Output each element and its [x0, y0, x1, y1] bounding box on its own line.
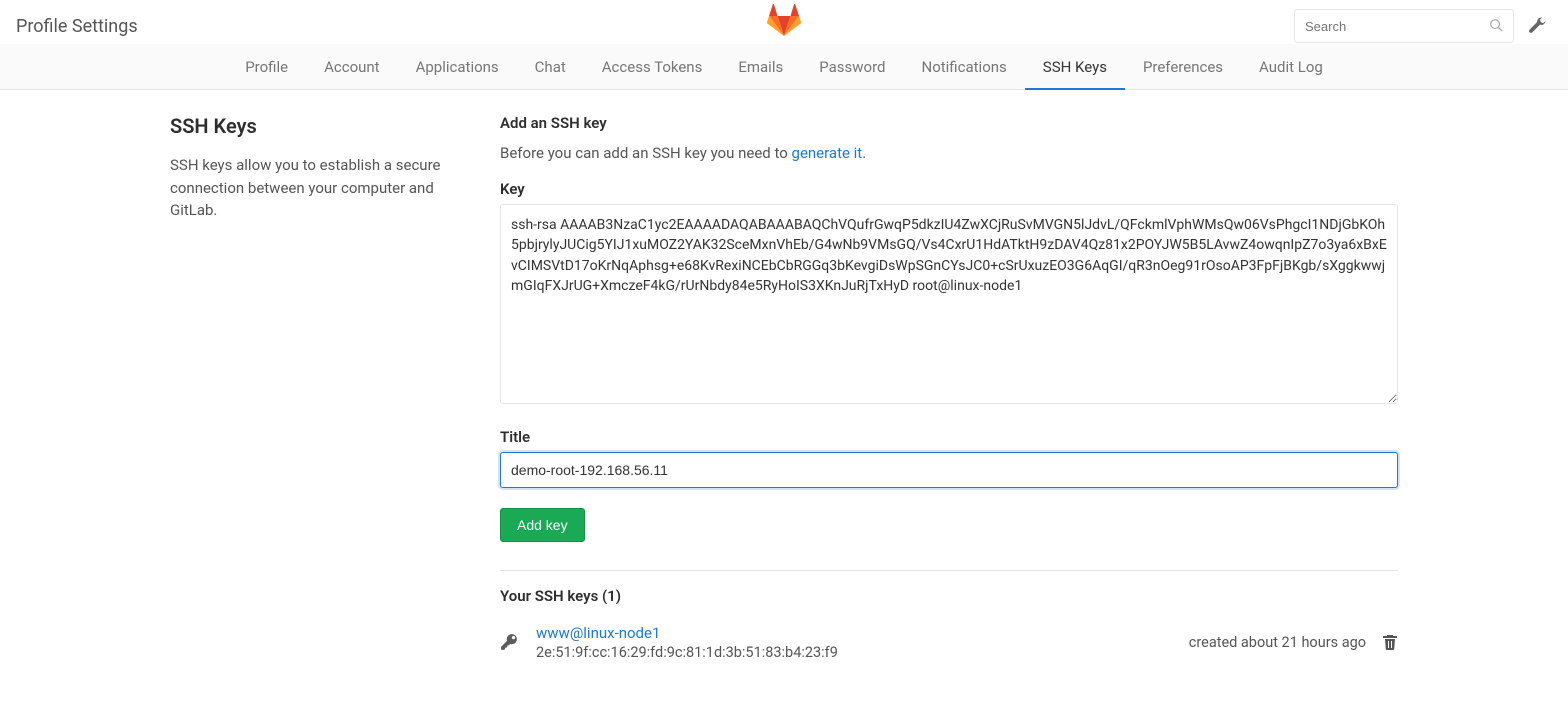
- nav-audit-log[interactable]: Audit Log: [1241, 44, 1341, 89]
- key-fingerprint: 2e:51:9f:cc:16:29:fd:9c:81:1d:3b:51:83:b…: [536, 644, 1171, 661]
- add-key-button[interactable]: Add key: [500, 508, 585, 542]
- nav-account[interactable]: Account: [306, 44, 398, 89]
- header-tools: [1294, 9, 1552, 43]
- nav-password[interactable]: Password: [801, 44, 903, 89]
- gitlab-logo[interactable]: [766, 2, 802, 38]
- page-title: Profile Settings: [16, 16, 138, 37]
- sidebar: SSH Keys SSH keys allow you to establish…: [170, 114, 460, 661]
- title-label: Title: [500, 428, 1398, 446]
- nav-chat[interactable]: Chat: [517, 44, 584, 89]
- top-bar: Profile Settings: [0, 0, 1568, 44]
- key-textarea[interactable]: [500, 204, 1398, 404]
- sidebar-desc: SSH keys allow you to establish a secure…: [170, 154, 460, 222]
- nav-emails[interactable]: Emails: [720, 44, 801, 89]
- nav-access-tokens[interactable]: Access Tokens: [584, 44, 721, 89]
- nav-profile[interactable]: Profile: [227, 44, 306, 89]
- sidebar-heading: SSH Keys: [170, 114, 460, 138]
- profile-nav: Profile Account Applications Chat Access…: [0, 44, 1568, 89]
- ssh-key-row: www@linux-node1 2e:51:9f:cc:16:29:fd:9c:…: [500, 623, 1398, 661]
- form-hint: Before you can add an SSH key you need t…: [500, 144, 1398, 162]
- key-created: created about 21 hours ago: [1189, 634, 1366, 651]
- main: Add an SSH key Before you can add an SSH…: [500, 114, 1398, 661]
- form-heading: Add an SSH key: [500, 114, 1398, 132]
- content: SSH Keys SSH keys allow you to establish…: [154, 90, 1414, 701]
- admin-settings-icon[interactable]: [1522, 11, 1552, 41]
- search-input[interactable]: [1305, 19, 1489, 34]
- nav-applications[interactable]: Applications: [398, 44, 517, 89]
- delete-key-icon[interactable]: [1382, 634, 1398, 650]
- key-label: Key: [500, 180, 1398, 198]
- key-name-link[interactable]: www@linux-node1: [536, 624, 660, 642]
- title-input[interactable]: [500, 452, 1398, 488]
- your-keys-heading: Your SSH keys (1): [500, 587, 1398, 605]
- nav-bar: Profile Account Applications Chat Access…: [0, 44, 1568, 90]
- search-icon[interactable]: [1489, 17, 1503, 36]
- nav-preferences[interactable]: Preferences: [1125, 44, 1241, 89]
- key-icon: [500, 633, 518, 651]
- divider: [500, 570, 1398, 571]
- nav-notifications[interactable]: Notifications: [904, 44, 1025, 89]
- key-meta: created about 21 hours ago: [1189, 634, 1398, 651]
- generate-link[interactable]: generate it: [792, 144, 863, 162]
- search-box: [1294, 9, 1514, 43]
- hint-suffix: .: [862, 144, 866, 162]
- nav-ssh-keys[interactable]: SSH Keys: [1025, 44, 1125, 89]
- hint-prefix: Before you can add an SSH key you need t…: [500, 144, 792, 162]
- key-info: www@linux-node1 2e:51:9f:cc:16:29:fd:9c:…: [536, 623, 1171, 661]
